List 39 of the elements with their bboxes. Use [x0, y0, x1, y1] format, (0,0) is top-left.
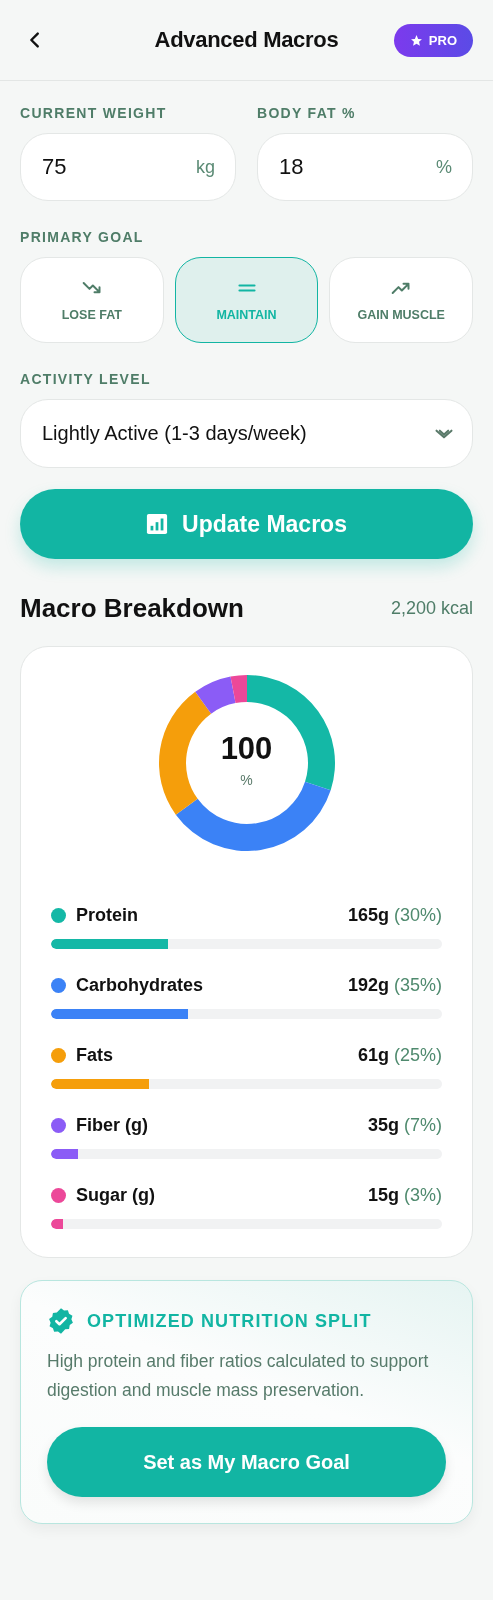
chevron-down-icon	[434, 427, 454, 440]
field-label: CURRENT WEIGHT	[20, 105, 168, 121]
macro-percent: (7%)	[404, 1115, 442, 1136]
goal-option[interactable]: GAIN MUSCLE	[329, 257, 473, 343]
macro-grams: 35g	[367, 1115, 399, 1136]
insight-text: High protein and fiber ratios calculated to support digestion and muscle mass preservation.	[47, 1350, 430, 1402]
number-field[interactable]: 75 kg	[20, 133, 236, 201]
section-label: PRIMARY GOAL	[20, 229, 145, 245]
badge-label: PRO	[428, 32, 457, 48]
number-field[interactable]: 18 %	[257, 133, 473, 201]
field-label: BODY FAT %	[257, 105, 357, 121]
macro-name: Fiber (g)	[76, 1115, 148, 1136]
macro-percent: (35%)	[394, 975, 442, 996]
macro-grams: 61g	[357, 1045, 389, 1066]
update-macros-button[interactable]: Update Macros	[20, 489, 473, 559]
goal-option[interactable]: LOSE FAT	[20, 257, 164, 343]
center-unit: %	[240, 772, 253, 789]
macro-name: Protein	[76, 905, 138, 926]
verified-badge-icon	[47, 1307, 75, 1335]
activity-dropdown[interactable]: Lightly Active (1-3 days/week)	[20, 399, 473, 468]
macro-grams: 192g	[347, 975, 389, 996]
page-title: Advanced Macros	[154, 27, 339, 53]
section-label: ACTIVITY LEVEL	[20, 371, 152, 387]
center-value: 100	[220, 731, 273, 767]
macro-grams: 165g	[347, 905, 389, 926]
pro-badge[interactable]: PRO	[393, 23, 473, 57]
set-goal-button[interactable]: Set as My Macro Goal	[47, 1427, 446, 1497]
section-title: Macro Breakdown	[20, 593, 244, 624]
macro-name: Carbohydrates	[76, 975, 204, 996]
calorie-total: 2,200 kcal	[390, 598, 473, 619]
bar-chart-icon	[146, 513, 169, 535]
macro-name: Fats	[76, 1045, 113, 1066]
macro-percent: (30%)	[394, 905, 442, 926]
macro-grams: 15g	[367, 1185, 399, 1206]
macro-percent: (3%)	[404, 1185, 442, 1206]
insight-title: OPTIMIZED NUTRITION SPLIT	[87, 1310, 372, 1332]
macro-name: Sugar (g)	[76, 1185, 155, 1206]
macro-percent: (25%)	[394, 1045, 442, 1066]
star-icon	[409, 33, 423, 47]
